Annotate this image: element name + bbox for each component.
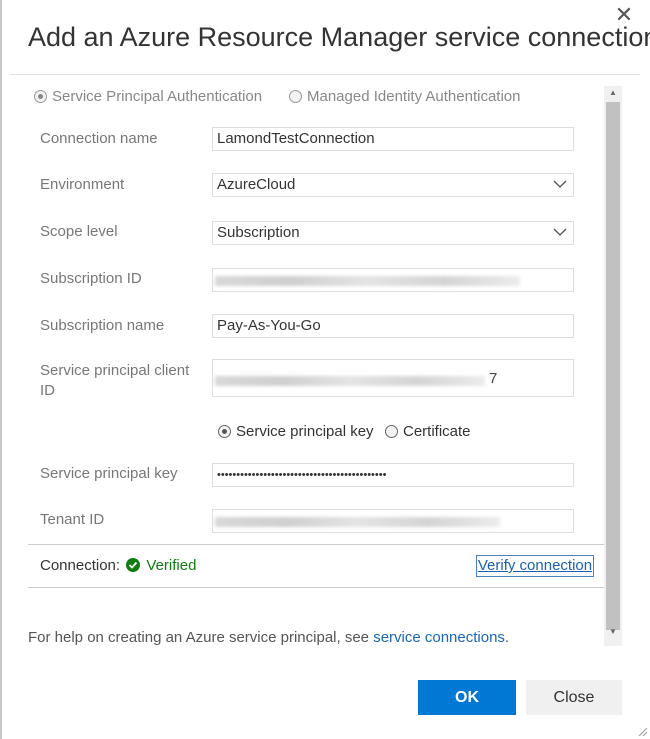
scope-level-select[interactable]: Subscription <box>212 221 574 245</box>
service-principal-key-label: Service principal key <box>40 465 178 482</box>
scrollbar[interactable]: ▲ ▼ <box>604 86 622 646</box>
service-connections-link[interactable]: service connections. <box>373 629 509 646</box>
subscription-name-input[interactable]: Pay-As-You-Go <box>212 314 574 338</box>
connection-status-value: Verified <box>146 557 197 574</box>
scroll-up-icon[interactable]: ▲ <box>608 88 618 98</box>
environment-label: Environment <box>40 176 125 193</box>
scrollbar-thumb[interactable] <box>606 102 620 630</box>
divider <box>28 544 604 545</box>
resize-grip-icon[interactable] <box>636 725 648 737</box>
auth-option-managed-identity-label: Managed Identity Authentication <box>307 88 521 105</box>
service-principal-key-value: ••••••••••••••••••••••••••••••••••••••••… <box>217 469 387 481</box>
service-principal-key-input[interactable]: ••••••••••••••••••••••••••••••••••••••••… <box>212 463 574 487</box>
radio-selected-icon[interactable] <box>34 90 47 103</box>
subscription-name-value: Pay-As-You-Go <box>217 317 321 334</box>
connection-status: Connection: Verified <box>40 557 196 574</box>
title-divider <box>10 74 640 75</box>
redacted-value <box>215 376 485 386</box>
check-circle-icon <box>126 558 141 572</box>
connection-name-input[interactable]: LamondTestConnection <box>212 127 574 151</box>
client-id-input[interactable]: 7 <box>212 359 574 397</box>
divider <box>28 587 604 588</box>
ok-button[interactable]: OK <box>418 680 516 715</box>
radio-unselected-icon[interactable] <box>385 425 398 438</box>
subscription-name-label: Subscription name <box>40 317 165 334</box>
connection-name-value: LamondTestConnection <box>217 130 375 147</box>
chevron-down-icon <box>553 228 567 236</box>
connection-status-label: Connection: <box>40 557 121 574</box>
tenant-id-input[interactable] <box>212 509 574 533</box>
tenant-id-label: Tenant ID <box>40 511 105 528</box>
key-type-service-principal-key-label: Service principal key <box>236 423 374 440</box>
environment-select[interactable]: AzureCloud <box>212 173 574 197</box>
client-id-visible-suffix: 7 <box>489 370 498 387</box>
verify-connection-button[interactable]: Verify connection <box>476 555 594 577</box>
help-text: For help on creating an Azure service pr… <box>28 629 509 646</box>
auth-option-managed-identity[interactable]: Managed Identity Authentication <box>289 88 521 105</box>
close-button[interactable]: Close <box>526 680 622 715</box>
scroll-down-icon[interactable]: ▼ <box>608 627 618 637</box>
key-type-certificate-label: Certificate <box>403 423 471 440</box>
client-id-label: Service principal client ID <box>40 362 190 399</box>
scope-level-value: Subscription <box>217 224 300 241</box>
radio-unselected-icon[interactable] <box>289 90 302 103</box>
help-text-label: For help on creating an Azure service pr… <box>28 629 374 646</box>
auth-option-service-principal[interactable]: Service Principal Authentication <box>34 88 262 105</box>
redacted-value <box>215 276 520 286</box>
radio-selected-icon[interactable] <box>218 425 231 438</box>
environment-value: AzureCloud <box>217 176 296 193</box>
key-type-service-principal-key[interactable]: Service principal key <box>218 423 374 440</box>
connection-name-label: Connection name <box>40 130 158 147</box>
chevron-down-icon <box>553 180 567 188</box>
scope-level-label: Scope level <box>40 223 118 240</box>
key-type-certificate[interactable]: Certificate <box>385 423 471 440</box>
redacted-value <box>215 517 500 527</box>
dialog-title: Add an Azure Resource Manager service co… <box>28 22 650 52</box>
auth-option-service-principal-label: Service Principal Authentication <box>52 88 263 105</box>
subscription-id-input[interactable] <box>212 268 574 292</box>
window-edge <box>0 0 2 739</box>
subscription-id-label: Subscription ID <box>40 270 142 287</box>
